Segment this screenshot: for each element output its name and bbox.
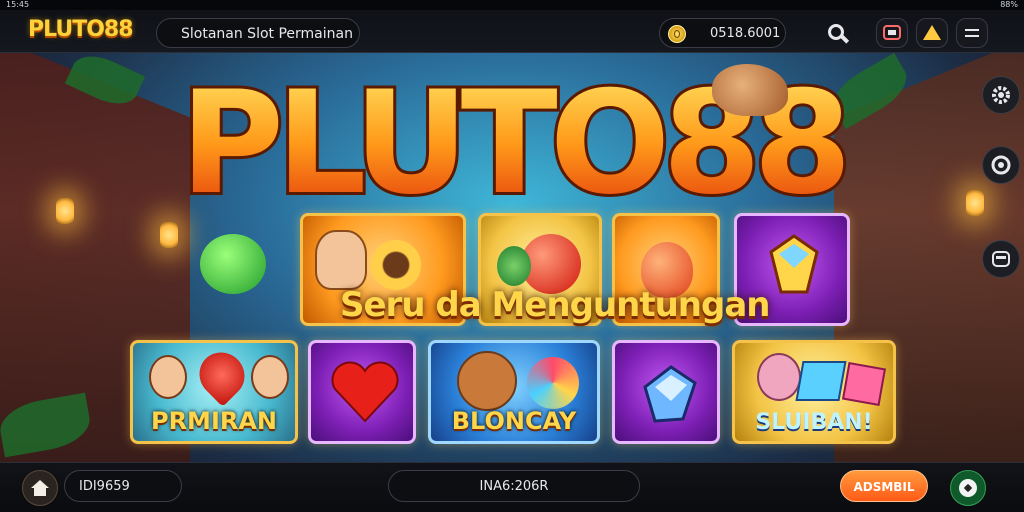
cog-icon [991,155,1011,175]
tile-label: SLUIBAN! [755,410,873,435]
status-time: 15:45 [6,0,30,9]
candy-icon [527,357,579,409]
soccer-ball-icon[interactable] [950,470,986,506]
menu-button[interactable] [956,18,988,48]
blue-gem-icon [795,361,847,401]
grapes-icon [497,246,531,286]
chat-icon [992,251,1010,267]
game-tile-9[interactable]: SLUIBAN! [732,340,896,444]
coin-icon [668,25,686,43]
gem-icon [769,234,819,294]
wallet-button[interactable] [876,18,908,48]
character-icon [757,353,801,401]
balance-display[interactable]: 0518.6001 [659,18,786,48]
chat-button[interactable] [982,240,1020,278]
game-tile-5[interactable]: PRMIRAN [130,340,298,444]
balance-value: 0518.6001 [710,26,781,41]
status-bar: 15:45 88% [0,0,1024,10]
game-tile-8[interactable] [612,340,720,444]
status-battery: 88% [1000,0,1018,9]
menu-icon [965,29,979,37]
code-field[interactable]: INA6:206R [388,470,640,502]
game-lobby-screen: 15:45 88% PLUTO88 Slotanan Slot Permaina… [0,0,1024,512]
search-field[interactable]: Slotanan Slot Permainan [156,18,360,48]
lantern-left-2 [160,222,178,248]
lantern-left [56,198,74,224]
home-icon[interactable] [22,470,58,506]
search-icon[interactable] [826,22,848,44]
up-arrow-icon [923,25,941,40]
heart-icon [190,343,254,407]
character-icon [149,355,187,399]
claim-button[interactable]: ADSMBIL [840,470,928,502]
coin-pot-icon [371,240,421,290]
lantern-right [966,190,984,216]
crystal-icon [643,365,697,423]
options-button[interactable] [982,146,1020,184]
top-bar: 15:45 88% PLUTO88 Slotanan Slot Permaina… [0,0,1024,53]
tile-label: BLONCAY [451,407,577,435]
gear-icon [992,86,1010,104]
id-field[interactable]: IDI9659 [64,470,182,502]
profile-button[interactable] [916,18,948,48]
green-gem-icon [200,234,266,294]
wallet-icon [883,25,901,40]
game-tile-7[interactable]: BLONCAY [428,340,600,444]
game-tile-6[interactable] [308,340,416,444]
tile-label: PRMIRAN [150,407,278,435]
character-icon [457,351,517,411]
settings-button[interactable] [982,76,1020,114]
brand-logo[interactable]: PLUTO88 [28,17,134,42]
banner-tagline: Seru da Menguntungan [340,285,770,325]
heart-icon [331,361,399,423]
character-icon [251,355,289,399]
pink-gem-icon [841,361,887,407]
character-icon [315,230,367,290]
